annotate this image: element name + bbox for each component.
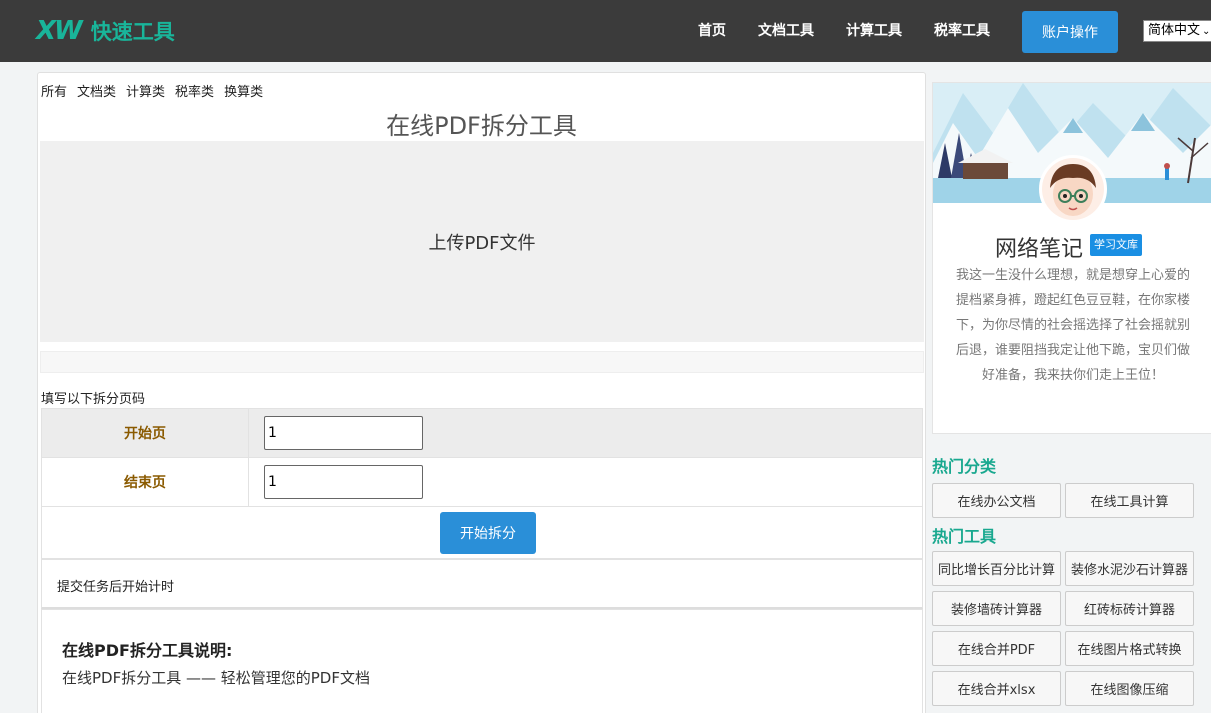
hot-tool-item[interactable]: 在线合并PDF	[932, 631, 1061, 666]
site-logo[interactable]: XW 快速工具	[36, 16, 175, 46]
action-row: 开始拆分	[41, 506, 923, 559]
profile-name: 网络笔记	[995, 237, 1084, 262]
profile-card: 网络笔记 学习文库 我这一生没什么理想，就是想穿上心爱的提档紧身裤，蹬起红色豆豆…	[932, 82, 1211, 434]
category-tabs: 所有 文档类 计算类 税率类 换算类	[41, 81, 263, 100]
category-calc[interactable]: 计算类	[126, 81, 165, 100]
avatar	[1039, 155, 1107, 223]
nav-calc-tools[interactable]: 计算工具	[846, 20, 902, 42]
description-title: 在线PDF拆分工具说明:	[62, 641, 233, 660]
category-doc[interactable]: 文档类	[77, 81, 116, 100]
top-navbar: XW 快速工具 首页 文档工具 计算工具 税率工具 账户操作 简体中文 ⌄	[0, 0, 1211, 62]
hot-tool-item[interactable]: 红砖标砖计算器	[1065, 591, 1194, 626]
page-range-label: 填写以下拆分页码	[41, 392, 146, 407]
page-range-table: 开始页 结束页	[41, 408, 923, 507]
end-page-input[interactable]	[264, 465, 423, 499]
table-row: 开始页	[41, 408, 923, 458]
hot-category-office[interactable]: 在线办公文档	[932, 483, 1061, 518]
profile-bio: 我这一生没什么理想，就是想穿上心爱的提档紧身裤，蹬起红色豆豆鞋，在你家楼下，为你…	[955, 268, 1190, 383]
nav-tax-tools[interactable]: 税率工具	[934, 20, 990, 42]
upload-label: 上传PDF文件	[428, 232, 536, 254]
hot-categories-title: 热门分类	[932, 457, 997, 476]
category-convert[interactable]: 换算类	[224, 81, 263, 100]
page-title: 在线PDF拆分工具	[386, 112, 577, 140]
hot-tools-title: 热门工具	[932, 527, 997, 546]
start-page-label: 开始页	[41, 408, 249, 458]
hot-tool-item[interactable]: 装修水泥沙石计算器	[1065, 551, 1194, 586]
description-text: 在线PDF拆分工具 —— 轻松管理您的PDF文档	[62, 669, 370, 687]
timer-text: 提交任务后开始计时	[57, 580, 175, 595]
hot-tool-item[interactable]: 同比增长百分比计算	[932, 551, 1061, 586]
profile-badge[interactable]: 学习文库	[1090, 234, 1142, 256]
timer-box: 提交任务后开始计时	[41, 559, 923, 609]
start-page-input[interactable]	[264, 416, 423, 450]
description-box: 在线PDF拆分工具说明: 在线PDF拆分工具 —— 轻松管理您的PDF文档	[41, 609, 923, 713]
upload-dropzone[interactable]: 上传PDF文件	[40, 141, 924, 342]
nav-home[interactable]: 首页	[698, 20, 726, 42]
language-value: 简体中文	[1148, 23, 1201, 38]
nav-doc-tools[interactable]: 文档工具	[758, 20, 814, 42]
hot-tool-item[interactable]: 在线合并xlsx	[932, 671, 1061, 706]
hot-tool-item[interactable]: 在线图片格式转换	[1065, 631, 1194, 666]
end-page-label: 结束页	[41, 457, 249, 507]
logo-text: 快速工具	[90, 20, 175, 44]
logo-mark: XW	[36, 16, 83, 46]
start-split-button[interactable]: 开始拆分	[440, 512, 536, 554]
main-panel: 所有 文档类 计算类 税率类 换算类 在线PDF拆分工具 上传PDF文件 填写以…	[37, 72, 926, 713]
hot-tool-item[interactable]: 装修墙砖计算器	[932, 591, 1061, 626]
account-button[interactable]: 账户操作	[1022, 11, 1118, 53]
hot-tool-item[interactable]: 在线图像压缩	[1065, 671, 1194, 706]
language-select[interactable]: 简体中文 ⌄	[1143, 20, 1211, 42]
table-row: 结束页	[41, 457, 923, 507]
hot-category-calc[interactable]: 在线工具计算	[1065, 483, 1194, 518]
upload-progress-bar	[40, 351, 924, 373]
category-all[interactable]: 所有	[41, 81, 67, 100]
category-tax[interactable]: 税率类	[175, 81, 214, 100]
chevron-down-icon: ⌄	[1202, 26, 1211, 37]
